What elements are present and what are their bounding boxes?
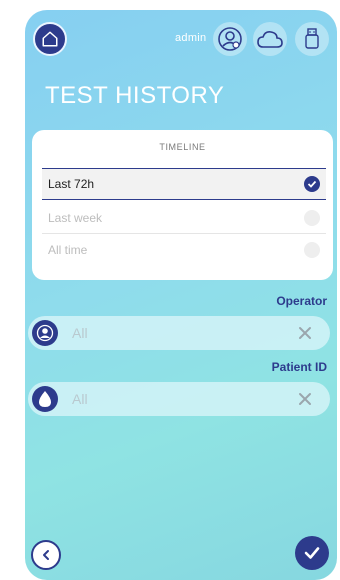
operator-value: All: [72, 325, 88, 341]
operator-clear-button[interactable]: [294, 322, 316, 344]
checkmark-icon: [304, 547, 320, 559]
usb-button[interactable]: [295, 22, 329, 56]
home-icon: [42, 31, 58, 47]
close-icon: [299, 393, 311, 405]
cloud-icon: [257, 31, 283, 48]
patient-id-clear-button[interactable]: [294, 388, 316, 410]
user-settings-button[interactable]: [213, 22, 247, 56]
operator-label: Operator: [276, 294, 327, 308]
timeline-option-label: All time: [48, 243, 88, 257]
app-screen: admin TEST HISTORY TIMELINE Last 72h Las…: [25, 10, 337, 580]
patient-id-label: Patient ID: [271, 360, 327, 374]
timeline-header: TIMELINE: [159, 142, 206, 152]
page-title: TEST HISTORY: [45, 82, 225, 109]
usb-icon: [305, 28, 319, 49]
close-icon: [299, 327, 311, 339]
timeline-option-all-time[interactable]: All time: [42, 234, 326, 266]
timeline-option-last-72h[interactable]: Last 72h: [42, 168, 326, 200]
timeline-option-label: Last week: [48, 210, 103, 225]
operator-filter[interactable]: All: [28, 316, 330, 350]
radio-unchecked-icon: [304, 242, 320, 258]
user-name-label: admin: [175, 32, 207, 44]
cloud-button[interactable]: [253, 22, 287, 56]
chevron-left-icon: [43, 550, 49, 560]
home-button[interactable]: [33, 22, 67, 56]
back-button[interactable]: [31, 540, 61, 570]
patient-id-filter[interactable]: All: [28, 382, 330, 416]
operator-icon: [32, 320, 58, 346]
timeline-option-label: Last 72h: [48, 177, 95, 191]
confirm-button[interactable]: [295, 536, 329, 570]
timeline-option-last-week[interactable]: Last week: [42, 202, 326, 234]
radio-unchecked-icon: [304, 209, 320, 226]
user-settings-icon: [218, 27, 242, 51]
drop-icon: [32, 386, 58, 412]
radio-checked-icon: [304, 176, 320, 192]
timeline-card: TIMELINE Last 72h Last week All time: [32, 130, 333, 280]
patient-id-value: All: [72, 391, 88, 407]
